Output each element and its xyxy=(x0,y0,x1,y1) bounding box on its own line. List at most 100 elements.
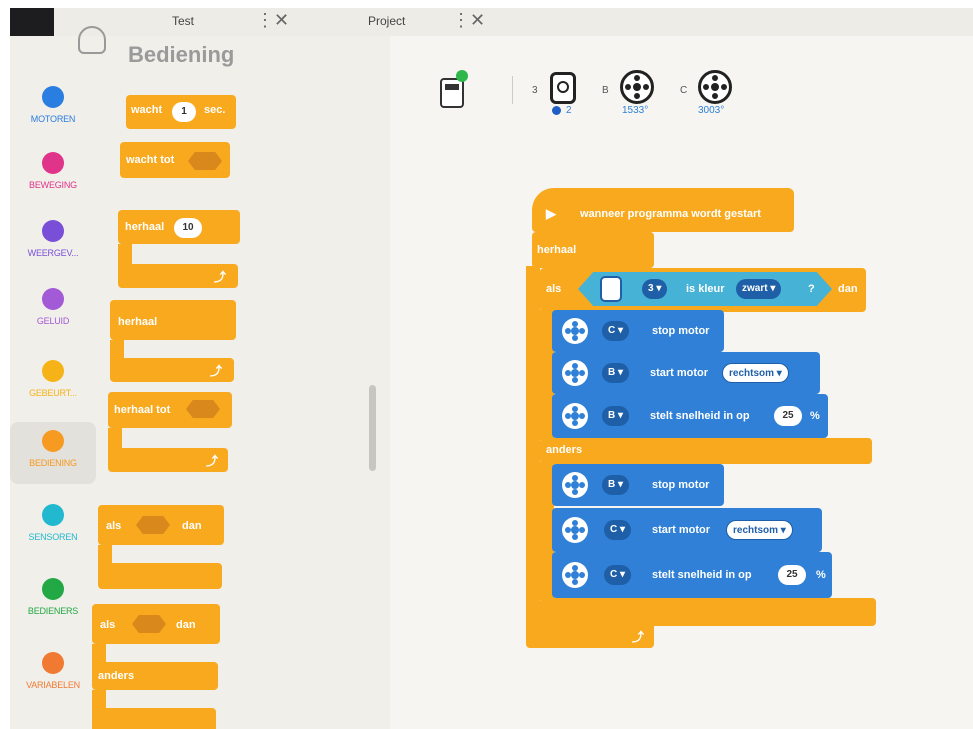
category-dot xyxy=(42,152,64,174)
port-3-value: 2 xyxy=(566,105,572,116)
motor-icon xyxy=(562,403,588,429)
tab-test[interactable]: Test xyxy=(172,14,194,28)
category-dot xyxy=(42,288,64,310)
category-dot xyxy=(42,86,64,108)
category-variabelen[interactable]: VARIABELEN xyxy=(10,644,96,706)
color-sensor-icon xyxy=(600,276,622,302)
category-label: SENSOREN xyxy=(28,532,78,542)
wait-value[interactable]: 1 xyxy=(172,102,196,122)
loop-arrow-icon: ⤴ xyxy=(210,364,223,378)
unit-label: % xyxy=(810,410,820,422)
sensor-port-dropdown[interactable]: 3 ▾ xyxy=(642,279,668,299)
motor-icon[interactable] xyxy=(620,70,654,104)
category-geluid[interactable]: GELUID xyxy=(10,280,96,342)
forever-arm xyxy=(526,266,540,626)
loop-arrow-icon: ⤴ xyxy=(632,630,645,644)
home-icon[interactable] xyxy=(78,26,106,54)
port-c-value: 3003° xyxy=(698,105,725,116)
category-dot xyxy=(42,578,64,600)
sensor-color-swatch xyxy=(552,106,561,115)
category-dot xyxy=(42,430,64,452)
port-b-value: 1533° xyxy=(622,105,649,116)
category-beweging[interactable]: BEWEGING xyxy=(10,144,96,206)
close-icon[interactable]: ✕ xyxy=(470,10,485,31)
block-text: stop motor xyxy=(652,325,710,337)
category-dot xyxy=(42,220,64,242)
condition-slot[interactable] xyxy=(186,400,220,418)
c-footer xyxy=(98,563,222,589)
repeat-value[interactable]: 10 xyxy=(174,218,202,238)
hub-icon[interactable] xyxy=(440,78,464,108)
category-label: BEDIENERS xyxy=(27,606,79,616)
port-dropdown[interactable]: C ▾ xyxy=(602,321,630,341)
category-label: WEERGEV... xyxy=(27,248,79,258)
is-color-label: is kleur xyxy=(686,283,725,295)
condition-slot[interactable] xyxy=(188,152,222,170)
port-3-label: 3 xyxy=(532,85,538,96)
if-label: als xyxy=(546,283,562,295)
port-dropdown[interactable]: C ▾ xyxy=(604,565,632,585)
forever-label: herhaal xyxy=(537,244,577,256)
start-label: wanneer programma wordt gestart xyxy=(580,208,761,220)
wait-until-label: wacht tot xyxy=(126,154,175,166)
tab-menu-icon[interactable]: ⋮ xyxy=(256,10,274,31)
unit-label: % xyxy=(816,569,826,581)
port-dropdown[interactable]: C ▾ xyxy=(604,520,632,540)
palette-scrollbar[interactable] xyxy=(369,385,376,471)
category-dot xyxy=(42,360,64,382)
category-label: MOTOREN xyxy=(30,114,76,124)
category-dot xyxy=(42,504,64,526)
tab-project[interactable]: Project xyxy=(368,14,405,28)
category-gebeurt[interactable]: GEBEURT... xyxy=(10,352,96,414)
port-dropdown[interactable]: B ▾ xyxy=(602,475,630,495)
if-label: als xyxy=(100,619,116,631)
repeat-forever-label: herhaal xyxy=(118,316,158,328)
wait-unit: sec. xyxy=(204,104,226,116)
else-bar xyxy=(540,438,872,464)
motor-icon xyxy=(562,472,588,498)
color-sensor-icon[interactable] xyxy=(550,72,576,104)
close-icon[interactable]: ✕ xyxy=(274,10,289,31)
condition-slot[interactable] xyxy=(136,516,170,534)
tab-bar: Test ⋮ ✕ Project ⋮ ✕ xyxy=(54,8,973,36)
else-label: anders xyxy=(98,670,135,682)
connected-indicator xyxy=(456,70,468,82)
port-c-label: C xyxy=(680,85,688,96)
speed-value[interactable]: 25 xyxy=(778,565,806,585)
category-label: BEWEGING xyxy=(29,180,77,190)
then-label: dan xyxy=(838,283,858,295)
question-mark: ? xyxy=(808,283,815,295)
direction-dropdown[interactable]: rechtsom ▾ xyxy=(726,520,793,540)
then-label: dan xyxy=(182,520,202,532)
category-label: GEBEURT... xyxy=(29,388,77,398)
play-icon: ▶ xyxy=(546,206,556,221)
category-weergev[interactable]: WEERGEV... xyxy=(10,212,96,274)
category-dot xyxy=(42,652,64,674)
block-text: stelt snelheid in op xyxy=(650,410,750,422)
motor-icon xyxy=(562,517,588,543)
palette-title: Bediening xyxy=(128,42,235,67)
category-bediening[interactable]: BEDIENING xyxy=(10,422,96,484)
motor-icon[interactable] xyxy=(698,70,732,104)
category-bedieners[interactable]: BEDIENERS xyxy=(10,570,96,632)
category-label: BEDIENING xyxy=(29,458,77,468)
category-motoren[interactable]: MOTOREN xyxy=(10,78,96,140)
else-label: anders xyxy=(546,444,583,456)
motor-icon xyxy=(562,318,588,344)
divider xyxy=(512,76,513,104)
port-dropdown[interactable]: B ▾ xyxy=(602,406,630,426)
port-b-label: B xyxy=(602,85,609,96)
category-sensoren[interactable]: SENSOREN xyxy=(10,496,96,558)
speed-value[interactable]: 25 xyxy=(774,406,802,426)
port-dropdown[interactable]: B ▾ xyxy=(602,363,630,383)
direction-dropdown[interactable]: rechtsom ▾ xyxy=(722,363,789,383)
block-text: start motor xyxy=(652,524,711,536)
loop-arrow-icon: ⤴ xyxy=(206,454,219,468)
color-dropdown[interactable]: zwart ▾ xyxy=(736,279,782,299)
repeat-label: herhaal xyxy=(125,221,165,233)
condition-slot[interactable] xyxy=(132,615,166,633)
tab-menu-icon[interactable]: ⋮ xyxy=(452,10,470,31)
c-footer xyxy=(92,708,216,729)
category-label: VARIABELEN xyxy=(26,680,80,690)
category-label: GELUID xyxy=(36,316,70,326)
